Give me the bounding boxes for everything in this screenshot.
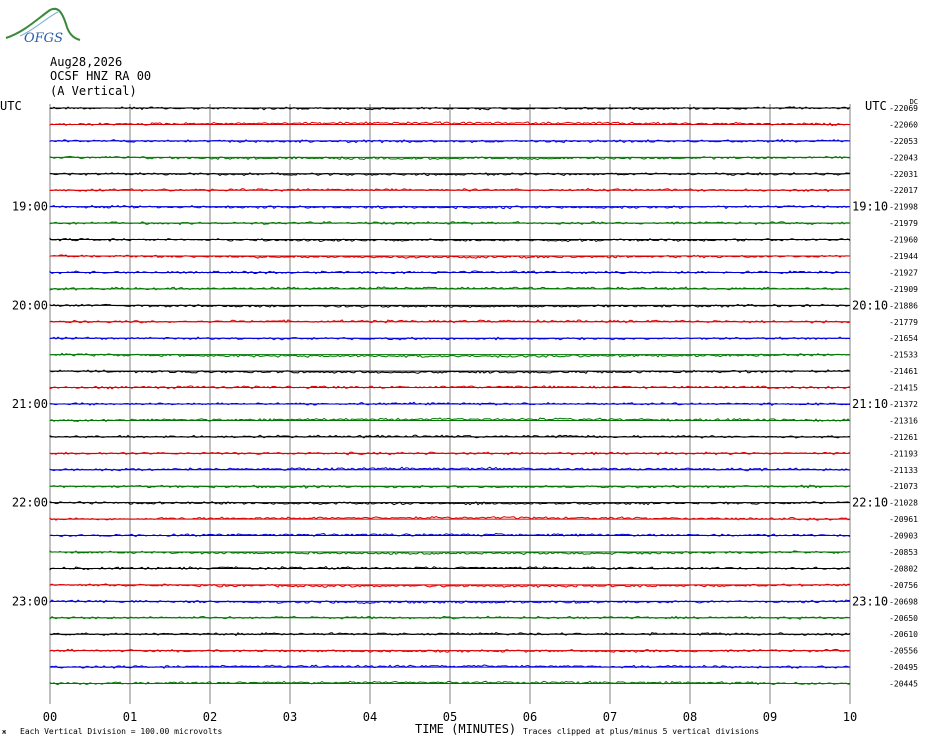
hour-label-left: 22:00	[12, 496, 48, 510]
x-tick-label: 08	[683, 710, 697, 724]
dc-offset-label: -21654	[889, 334, 918, 343]
dc-offset-label: -22043	[889, 153, 918, 162]
hour-label-right: 21:10	[852, 397, 888, 411]
dc-offset-label: -20610	[889, 630, 918, 639]
dc-offset-label: -20961	[889, 515, 918, 524]
hour-label-right: 20:10	[852, 298, 888, 312]
dc-offset-label: -21909	[889, 285, 918, 294]
dc-offset-label: -22053	[889, 137, 918, 146]
dc-offset-label: -21261	[889, 433, 918, 442]
x-tick-label: 07	[603, 710, 617, 724]
hour-label-right: 22:10	[852, 496, 888, 510]
utc-label-left: UTC	[0, 99, 22, 113]
dc-offset-label: -20903	[889, 532, 918, 541]
hour-label-right: 19:10	[852, 200, 888, 214]
scale-note: Each Vertical Division = 100.00 microvol…	[20, 727, 222, 736]
hour-label-left: 21:00	[12, 397, 48, 411]
dc-offset-label: -20556	[889, 647, 918, 656]
hour-label-right: 23:10	[852, 594, 888, 608]
dc-offset-label: -21979	[889, 219, 918, 228]
dc-offset-label: -21960	[889, 236, 918, 245]
dc-offset-label: -21316	[889, 416, 918, 425]
dc-offset-label: -22031	[889, 170, 918, 179]
x-tick-label: 02	[203, 710, 217, 724]
x-tick-label: 06	[523, 710, 537, 724]
dc-offset-label: -21133	[889, 466, 918, 475]
hour-label-left: 19:00	[12, 200, 48, 214]
dc-offset-label: -20650	[889, 614, 918, 623]
scale-icon: ж	[2, 728, 7, 736]
utc-label-right: UTC	[865, 99, 887, 113]
clip-note: Traces clipped at plus/minus 5 vertical …	[523, 727, 759, 736]
dc-offset-label: -21028	[889, 499, 918, 508]
x-tick-label: 03	[283, 710, 297, 724]
x-tick-label: 00	[43, 710, 57, 724]
x-axis-title: TIME (MINUTES)	[415, 722, 516, 736]
dc-offset-label: -21193	[889, 449, 918, 458]
x-tick-label: 04	[363, 710, 377, 724]
dc-offset-label: -20756	[889, 581, 918, 590]
dc-offset-label: -20853	[889, 548, 918, 557]
dc-offset-label: -21779	[889, 318, 918, 327]
dc-offset-label: -21073	[889, 482, 918, 491]
helicorder-figure: OFGS Aug28,2026 OCSF HNZ RA 00 (A Vertic…	[0, 0, 930, 744]
x-tick-label: 10	[843, 710, 857, 724]
dc-offset-label: -21461	[889, 367, 918, 376]
helicorder-chart: -22069-22060-22053-22043-22031-22017-219…	[0, 98, 918, 736]
dc-offset-label: -22017	[889, 186, 918, 195]
dc-offset-label: -21415	[889, 384, 918, 393]
dc-offset-label: -21998	[889, 203, 918, 212]
dc-offset-label: -20698	[889, 597, 918, 606]
x-tick-label: 01	[123, 710, 137, 724]
hour-label-left: 23:00	[12, 594, 48, 608]
dc-offset-label: -21886	[889, 301, 918, 310]
dc-offset-label: -21533	[889, 351, 918, 360]
dc-offset-label: -22060	[889, 120, 918, 129]
x-tick-label: 09	[763, 710, 777, 724]
dc-offset-label: -20495	[889, 663, 918, 672]
hour-label-left: 20:00	[12, 298, 48, 312]
dc-offset-label: -20445	[889, 680, 918, 689]
dc-offset-label: -21927	[889, 268, 918, 277]
dc-offset-label: -21372	[889, 400, 918, 409]
dc-units-label: DC	[910, 98, 918, 106]
dc-offset-label: -20802	[889, 564, 918, 573]
dc-offset-label: -21944	[889, 252, 918, 261]
